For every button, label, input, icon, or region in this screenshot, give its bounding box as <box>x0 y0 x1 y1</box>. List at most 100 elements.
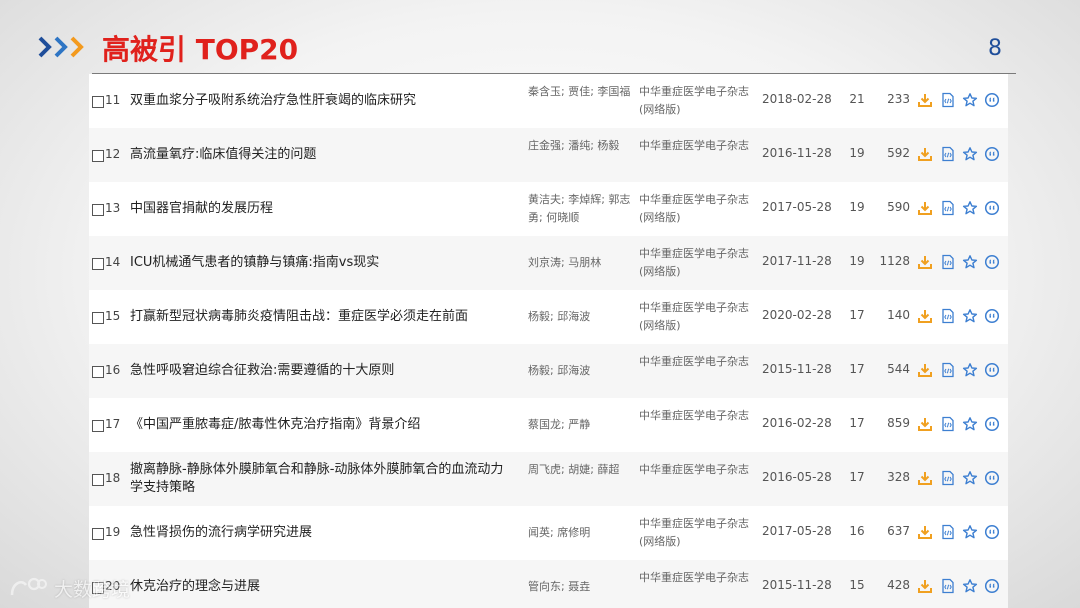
quote-icon[interactable] <box>984 416 1000 432</box>
article-title-link[interactable]: ICU机械通气患者的镇静与镇痛:指南vs现实 <box>130 254 510 272</box>
html-read-icon[interactable] <box>940 308 956 324</box>
row-checkbox[interactable] <box>92 528 104 540</box>
journal-name[interactable]: 中华重症医学电子杂志(网络版) <box>639 245 751 281</box>
download-icon[interactable] <box>917 308 933 324</box>
authors[interactable]: 刘京涛; 马朋林 <box>528 254 632 272</box>
publish-date: 2017-05-28 <box>762 524 832 538</box>
article-title-link[interactable]: 休克治疗的理念与进展 <box>130 578 510 596</box>
row-checkbox[interactable] <box>92 204 104 216</box>
article-title-link[interactable]: 中国器官捐献的发展历程 <box>130 200 510 218</box>
publish-date: 2016-11-28 <box>762 146 832 160</box>
cited-count: 17 <box>849 416 865 430</box>
html-read-icon[interactable] <box>940 524 956 540</box>
row-checkbox[interactable] <box>92 312 104 324</box>
download-icon[interactable] <box>917 200 933 216</box>
favorite-star-icon[interactable] <box>962 92 978 108</box>
table-row: 15 打赢新型冠状病毒肺炎疫情阻击战：重症医学必须走在前面 杨毅; 邱海波 中华重症医… <box>89 290 1008 344</box>
row-checkbox[interactable] <box>92 366 104 378</box>
article-title-link[interactable]: 打赢新型冠状病毒肺炎疫情阻击战：重症医学必须走在前面 <box>130 308 510 326</box>
journal-name[interactable]: 中华重症医学电子杂志(网络版) <box>639 191 751 227</box>
article-title-link[interactable]: 高流量氧疗:临床值得关注的问题 <box>130 146 510 164</box>
row-number: 12 <box>105 147 121 161</box>
quote-icon[interactable] <box>984 308 1000 324</box>
journal-name[interactable]: 中华重症医学电子杂志 <box>639 569 751 587</box>
quote-icon[interactable] <box>984 524 1000 540</box>
favorite-star-icon[interactable] <box>962 308 978 324</box>
html-read-icon[interactable] <box>940 416 956 432</box>
authors[interactable]: 周飞虎; 胡婕; 薛超 <box>528 461 632 479</box>
article-title-link[interactable]: 急性呼吸窘迫综合征救治:需要遵循的十大原则 <box>130 362 510 380</box>
html-read-icon[interactable] <box>940 92 956 108</box>
download-icon[interactable] <box>917 92 933 108</box>
html-read-icon[interactable] <box>940 146 956 162</box>
journal-name[interactable]: 中华重症医学电子杂志 <box>639 353 751 371</box>
article-title-link[interactable]: 撤离静脉-静脉体外膜肺氧合和静脉-动脉体外膜肺氧合的血流动力学支持策略 <box>130 461 510 497</box>
watermark: 大数跨境 <box>8 574 130 602</box>
favorite-star-icon[interactable] <box>962 416 978 432</box>
authors[interactable]: 黄洁夫; 李焯辉; 郭志勇; 何晓顺 <box>528 191 632 227</box>
download-icon[interactable] <box>917 524 933 540</box>
journal-name[interactable]: 中华重症医学电子杂志(网络版) <box>639 299 751 335</box>
download-count: 859 <box>887 416 910 430</box>
download-icon[interactable] <box>917 362 933 378</box>
journal-name[interactable]: 中华重症医学电子杂志 <box>639 407 751 425</box>
authors[interactable]: 管向东; 聂垚 <box>528 578 632 596</box>
journal-name[interactable]: 中华重症医学电子杂志 <box>639 461 751 479</box>
quote-icon[interactable] <box>984 146 1000 162</box>
favorite-star-icon[interactable] <box>962 362 978 378</box>
results-table: 11 双重血浆分子吸附系统治疗急性肝衰竭的临床研究 秦含玉; 贾佳; 李国福 中华重症… <box>89 74 1008 608</box>
download-icon[interactable] <box>917 578 933 594</box>
quote-icon[interactable] <box>984 578 1000 594</box>
quote-icon[interactable] <box>984 254 1000 270</box>
html-read-icon[interactable] <box>940 578 956 594</box>
download-count: 428 <box>887 578 910 592</box>
journal-name[interactable]: 中华重症医学电子杂志(网络版) <box>639 515 751 551</box>
html-read-icon[interactable] <box>940 200 956 216</box>
authors[interactable]: 秦含玉; 贾佳; 李国福 <box>528 83 632 101</box>
html-read-icon[interactable] <box>940 254 956 270</box>
publish-date: 2018-02-28 <box>762 92 832 106</box>
favorite-star-icon[interactable] <box>962 146 978 162</box>
row-checkbox[interactable] <box>92 420 104 432</box>
quote-icon[interactable] <box>984 92 1000 108</box>
row-number: 14 <box>105 255 121 269</box>
favorite-star-icon[interactable] <box>962 524 978 540</box>
table-row: 14 ICU机械通气患者的镇静与镇痛:指南vs现实 刘京涛; 马朋林 中华重症医学电子… <box>89 236 1008 290</box>
quote-icon[interactable] <box>984 470 1000 486</box>
article-title-link[interactable]: 急性肾损伤的流行病学研究进展 <box>130 524 510 542</box>
favorite-star-icon[interactable] <box>962 200 978 216</box>
download-icon[interactable] <box>917 254 933 270</box>
row-checkbox[interactable] <box>92 258 104 270</box>
row-checkbox[interactable] <box>92 96 104 108</box>
favorite-star-icon[interactable] <box>962 254 978 270</box>
favorite-star-icon[interactable] <box>962 578 978 594</box>
authors[interactable]: 闻英; 席修明 <box>528 524 632 542</box>
download-count: 1128 <box>879 254 910 268</box>
download-icon[interactable] <box>917 146 933 162</box>
journal-name[interactable]: 中华重症医学电子杂志(网络版) <box>639 83 751 119</box>
row-number: 11 <box>105 93 121 107</box>
download-icon[interactable] <box>917 416 933 432</box>
cited-count: 16 <box>849 524 865 538</box>
authors[interactable]: 庄金强; 潘纯; 杨毅 <box>528 137 632 155</box>
authors[interactable]: 杨毅; 邱海波 <box>528 308 632 326</box>
article-title-link[interactable]: 《中国严重脓毒症/脓毒性休克治疗指南》背景介绍 <box>130 416 510 434</box>
row-checkbox[interactable] <box>92 150 104 162</box>
row-checkbox[interactable] <box>92 474 104 486</box>
chevron-right-icon <box>54 36 68 58</box>
quote-icon[interactable] <box>984 362 1000 378</box>
download-icon[interactable] <box>917 470 933 486</box>
authors[interactable]: 蔡国龙; 严静 <box>528 416 632 434</box>
cited-count: 19 <box>849 254 865 268</box>
download-count: 637 <box>887 524 910 538</box>
journal-name[interactable]: 中华重症医学电子杂志 <box>639 137 751 155</box>
article-title-link[interactable]: 双重血浆分子吸附系统治疗急性肝衰竭的临床研究 <box>130 92 510 110</box>
html-read-icon[interactable] <box>940 470 956 486</box>
authors[interactable]: 杨毅; 邱海波 <box>528 362 632 380</box>
row-number: 13 <box>105 201 121 215</box>
html-read-icon[interactable] <box>940 362 956 378</box>
favorite-star-icon[interactable] <box>962 470 978 486</box>
publish-date: 2015-11-28 <box>762 362 832 376</box>
download-count: 590 <box>887 200 910 214</box>
quote-icon[interactable] <box>984 200 1000 216</box>
